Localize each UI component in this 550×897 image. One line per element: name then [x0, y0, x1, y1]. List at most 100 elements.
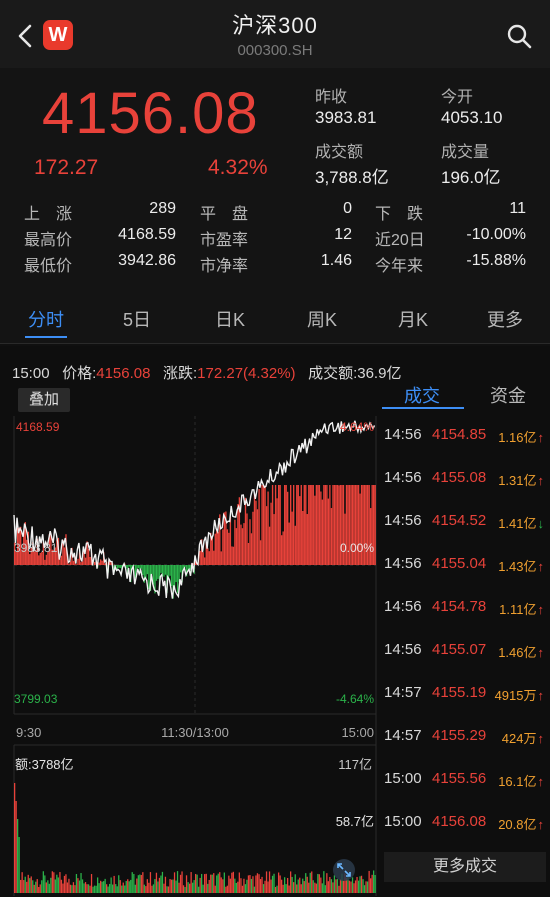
arrow-up-icon: ↑: [537, 688, 545, 703]
trade-time: 14:57: [384, 727, 422, 744]
trade-volume-value: 1.16亿: [498, 430, 537, 445]
trade-volume: 4915万↑: [495, 685, 544, 704]
stat-label: 近20日: [375, 232, 425, 249]
stat-label: 最高价: [24, 232, 73, 249]
trade-row: 14:56 4155.08 1.31亿↑: [380, 455, 550, 498]
right-tabs: 成交 资金: [380, 380, 550, 410]
trade-price: 4155.19: [432, 684, 487, 701]
volume-value: 196.0亿: [441, 168, 501, 187]
stat-label: 上 涨: [24, 206, 73, 223]
trade-row: 14:57 4155.19 4915万↑: [380, 670, 550, 713]
turnover-value: 3,788.8亿: [315, 168, 389, 187]
stat-label: 平 盘: [200, 206, 249, 223]
arrow-up-icon: ↑: [537, 559, 545, 574]
arrow-up-icon: ↑: [537, 645, 545, 660]
trade-volume-value: 4915万: [494, 688, 537, 703]
trade-time: 14:56: [384, 641, 422, 658]
trade-time: 14:56: [384, 469, 422, 486]
stat-value: 0: [343, 200, 352, 217]
tab-5day[interactable]: 5日: [102, 306, 172, 332]
trade-volume: 16.1亿↑: [498, 771, 544, 790]
stat-value: 12: [334, 226, 352, 243]
stat-label: 下 跌: [375, 206, 424, 223]
active-tab-indicator: [25, 336, 67, 338]
open-label: 今开: [441, 89, 474, 106]
arrow-down-icon: ↓: [537, 516, 545, 531]
stat-value: -15.88%: [466, 252, 526, 269]
trade-price: 4155.08: [432, 469, 487, 486]
stats-row: 最高价 4168.59 市盈率 12 近20日 -10.00%: [0, 226, 550, 252]
stat-label: 市盈率: [200, 232, 249, 249]
trade-volume: 20.8亿↑: [498, 814, 544, 833]
trade-row: 14:56 4154.78 1.11亿↑: [380, 584, 550, 627]
trade-volume-value: 1.43亿: [498, 559, 537, 574]
more-trades-button[interactable]: 更多成交: [384, 852, 546, 882]
arrow-up-icon: ↑: [537, 602, 545, 617]
trade-row: 14:56 4155.07 1.46亿↑: [380, 627, 550, 670]
trade-row: 14:56 4154.85 1.16亿↑: [380, 412, 550, 455]
trade-price: 4155.29: [432, 727, 487, 744]
volume-label: 成交量: [441, 144, 490, 161]
trade-price: 4155.56: [432, 770, 487, 787]
open-value: 4053.10: [441, 108, 503, 127]
trade-price: 4154.85: [432, 426, 487, 443]
info-amt-label: 成交额:: [308, 365, 358, 382]
trade-volume-value: 424万: [501, 731, 537, 746]
stat-value: 11: [509, 200, 526, 217]
prev-close-label: 昨收: [315, 89, 348, 106]
stat-label: 今年来: [375, 258, 424, 275]
stat-label: 市净率: [200, 258, 249, 275]
arrow-up-icon: ↑: [537, 731, 545, 746]
info-price: 4156.08: [96, 365, 151, 382]
trade-price: 4154.52: [432, 512, 487, 529]
stats-row: 上 涨 289 平 盘 0 下 跌 11: [0, 200, 550, 226]
info-time: 15:00: [12, 365, 50, 382]
price-change: 172.27: [34, 156, 99, 179]
trade-volume-value: 1.31亿: [498, 473, 537, 488]
stats-row: 最低价 3942.86 市净率 1.46 今年来 -15.88%: [0, 252, 550, 278]
search-icon[interactable]: [505, 22, 533, 50]
trade-volume-value: 1.46亿: [498, 645, 537, 660]
price-change-pct: 4.32%: [208, 156, 268, 179]
tab-trades[interactable]: 成交: [382, 382, 462, 408]
trade-volume: 1.46亿↑: [498, 642, 544, 661]
tab-weekly-k[interactable]: 周K: [287, 306, 357, 332]
stat-value: 1.46: [320, 252, 352, 269]
last-price: 4156.08: [42, 81, 259, 146]
trade-volume-value: 1.11亿: [499, 602, 537, 617]
arrow-up-icon: ↑: [537, 430, 545, 445]
quote-panel: 4156.08 172.27 4.32% 昨收 3983.81 今开 4053.…: [0, 68, 550, 300]
tab-intraday[interactable]: 分时: [11, 306, 81, 332]
crosshair-info: 15:00 价格:4156.08 涨跌:172.27(4.32%) 成交额:36…: [12, 362, 401, 383]
trade-price: 4155.07: [432, 641, 487, 658]
arrow-up-icon: ↑: [537, 817, 545, 832]
tab-capital[interactable]: 资金: [468, 382, 548, 408]
tab-monthly-k[interactable]: 月K: [378, 306, 448, 332]
trade-volume: 424万↑: [502, 728, 544, 747]
info-chg-label: 涨跌:: [162, 365, 198, 382]
tab-daily-k[interactable]: 日K: [195, 306, 265, 332]
trade-volume: 1.11亿↑: [499, 599, 544, 618]
trade-row: 15:00 4155.56 16.1亿↑: [380, 756, 550, 799]
stat-value: 3942.86: [118, 252, 176, 269]
tab-more[interactable]: 更多: [470, 306, 540, 332]
trade-row: 14:56 4155.04 1.43亿↑: [380, 541, 550, 584]
trade-price: 4155.04: [432, 555, 487, 572]
trade-row: 14:56 4154.52 1.41亿↓: [380, 498, 550, 541]
stat-value: -10.00%: [466, 226, 526, 243]
overlay-button[interactable]: 叠加: [18, 388, 70, 412]
trade-volume: 1.41亿↓: [498, 513, 544, 532]
nav-bar: W 沪深300 000300.SH: [0, 0, 550, 68]
trade-time: 15:00: [384, 813, 422, 830]
right-tab-indicator: [382, 407, 464, 409]
trade-time: 15:00: [384, 770, 422, 787]
trade-volume-value: 20.8亿: [498, 817, 537, 832]
arrow-up-icon: ↑: [537, 473, 545, 488]
trade-time: 14:56: [384, 555, 422, 572]
trade-volume-value: 16.1亿: [498, 774, 537, 789]
stat-value: 4168.59: [118, 226, 176, 243]
trade-row: 14:57 4155.29 424万↑: [380, 713, 550, 756]
trade-time: 14:57: [384, 684, 422, 701]
trade-volume-value: 1.41亿: [498, 516, 537, 531]
info-price-label: 价格:: [62, 365, 97, 382]
